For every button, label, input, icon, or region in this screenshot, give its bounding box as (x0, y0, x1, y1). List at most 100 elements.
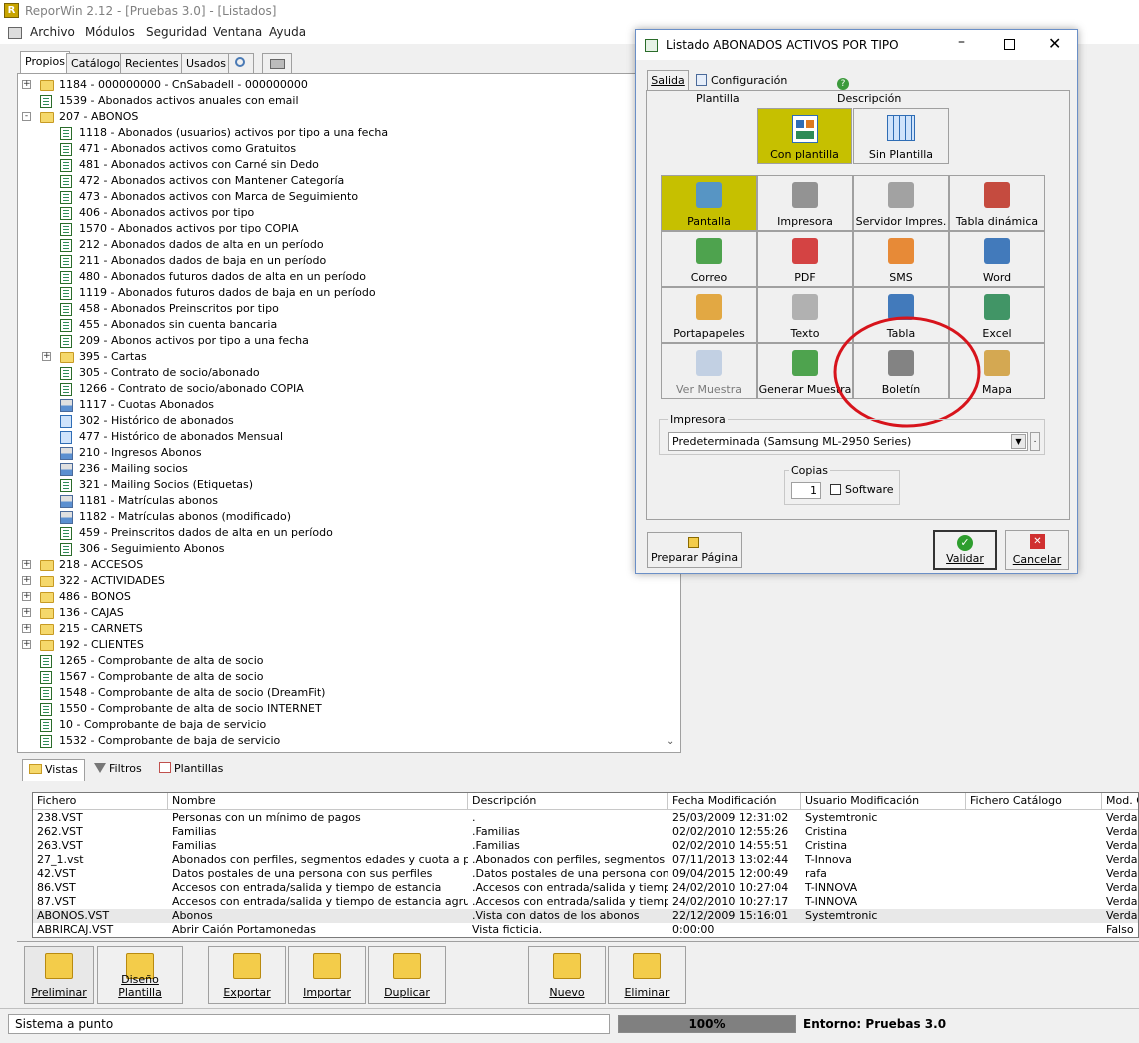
printer-more-button[interactable]: . (1030, 432, 1040, 451)
output-correo[interactable]: Correo (661, 231, 757, 287)
table-row[interactable]: 87.VST Accesos con entrada/salida y tiemp… (33, 895, 1138, 909)
tree-item[interactable]: 306 - Seguimiento Abonos (79, 541, 224, 557)
duplicar-button[interactable]: Duplicar (368, 946, 446, 1004)
close-icon[interactable]: ✕ (1048, 34, 1061, 53)
tab-usados[interactable]: Usados (181, 53, 231, 74)
tree-item[interactable]: 211 - Abonados dados de baja en un perío… (79, 253, 326, 269)
tree-item[interactable]: 1532 - Comprobante de baja de servicio (59, 733, 280, 749)
minimize-icon[interactable]: – (958, 34, 965, 50)
tree-item[interactable]: 305 - Contrato de socio/abonado (79, 365, 260, 381)
table-row[interactable]: 238.VST Personas con un mínimo de pagos. 2… (33, 811, 1138, 825)
collapse-icon[interactable]: - (22, 112, 31, 121)
exportar-button[interactable]: Exportar (208, 946, 286, 1004)
tree-folder[interactable]: 486 - BONOS (59, 589, 131, 605)
tab-vistas[interactable]: Vistas (22, 759, 85, 781)
output-ver-muestra[interactable]: Ver Muestra (661, 343, 757, 399)
tree-item[interactable]: 480 - Abonados futuros dados de alta en … (79, 269, 366, 285)
printer-select[interactable]: Predeterminada (Samsung ML-2950 Series) … (668, 432, 1028, 451)
tab-plantillas[interactable]: Plantillas (155, 759, 227, 781)
tab-print[interactable] (262, 53, 292, 74)
table-row[interactable]: 86.VST Accesos con entrada/salida y tiemp… (33, 881, 1138, 895)
tree-folder[interactable]: 322 - ACTIVIDADES (59, 573, 165, 589)
column-header[interactable]: Fichero (33, 793, 168, 810)
expand-icon[interactable]: + (22, 576, 31, 585)
tree-item[interactable]: 473 - Abonados activos con Marca de Segu… (79, 189, 358, 205)
tab-filtros[interactable]: Filtros (90, 759, 146, 781)
tab-recientes[interactable]: Recientes (120, 53, 184, 74)
views-grid[interactable]: Fichero Nombre Descripción Fecha Modificaci… (32, 792, 1139, 938)
tree-item[interactable]: 1570 - Abonados activos por tipo COPIA (79, 221, 299, 237)
expand-icon[interactable]: + (42, 352, 51, 361)
output-pantalla[interactable]: Pantalla (661, 175, 757, 231)
tab-salida[interactable]: Salida (647, 70, 689, 91)
table-row[interactable]: 262.VST Familias .Familias 02/02/2010 12:55… (33, 825, 1138, 839)
column-header[interactable]: Fecha Modificación (668, 793, 801, 810)
expand-icon[interactable]: + (22, 624, 31, 633)
nuevo-button[interactable]: Nuevo (528, 946, 606, 1004)
tree-item[interactable]: 471 - Abonados activos como Gratuitos (79, 141, 296, 157)
output-word[interactable]: Word (949, 231, 1045, 287)
menu-ventana[interactable]: Ventana (213, 25, 262, 39)
tree-item[interactable]: 458 - Abonados Preinscritos por tipo (79, 301, 279, 317)
menu-ayuda[interactable]: Ayuda (269, 25, 306, 39)
output-sms[interactable]: SMS (853, 231, 949, 287)
tree-item[interactable]: 477 - Histórico de abonados Mensual (79, 429, 283, 445)
table-row[interactable]: 27_1.vst Abonados con perfiles, segmentos… (33, 853, 1138, 867)
tree-folder[interactable]: 395 - Cartas (79, 349, 147, 365)
chevron-down-icon[interactable]: ▼ (1011, 434, 1026, 449)
column-header[interactable]: Descripción (468, 793, 668, 810)
tree-item[interactable]: 209 - Abonos activos por tipo a una fech… (79, 333, 309, 349)
preliminar-button[interactable]: Preliminar (24, 946, 94, 1004)
tab-propios[interactable]: Propios (20, 51, 70, 74)
tree-item[interactable]: 1550 - Comprobante de alta de socio INTE… (59, 701, 322, 717)
tree-item[interactable]: 1265 - Comprobante de alta de socio (59, 653, 263, 669)
expand-icon[interactable]: + (22, 80, 31, 89)
tree-item[interactable]: 481 - Abonados activos con Carné sin Ded… (79, 157, 319, 173)
tree-item[interactable]: 321 - Mailing Socios (Etiquetas) (79, 477, 253, 493)
tree-item[interactable]: 210 - Ingresos Abonos (79, 445, 202, 461)
software-checkbox[interactable] (830, 484, 841, 495)
tree-item[interactable]: 1539 - Abonados activos anuales con emai… (59, 93, 299, 109)
copies-input[interactable]: 1 (791, 482, 821, 499)
column-header[interactable]: Mod. C (1102, 793, 1138, 810)
output-tabla-dinámica[interactable]: Tabla dinámica (949, 175, 1045, 231)
eliminar-button[interactable]: Eliminar (608, 946, 686, 1004)
tree-item[interactable]: 1181 - Matrículas abonos (79, 493, 218, 509)
table-row[interactable]: 263.VST Familias .Familias 02/02/2010 14:55… (33, 839, 1138, 853)
report-tree[interactable]: +1184 - 000000000 - CnSabadell - 0000000… (17, 73, 681, 753)
expand-icon[interactable]: + (22, 560, 31, 569)
table-row[interactable]: ABONOS.VST Abonos .Vista con datos de los … (33, 909, 1138, 923)
menu-seguridad[interactable]: Seguridad (146, 25, 207, 39)
output-portapapeles[interactable]: Portapapeles (661, 287, 757, 343)
tree-item[interactable]: 1119 - Abonados futuros dados de baja en… (79, 285, 376, 301)
con-plantilla-option[interactable]: Con plantilla (757, 108, 852, 164)
expand-icon[interactable]: + (22, 592, 31, 601)
tree-item[interactable]: 1567 - Comprobante de alta de socio (59, 669, 263, 685)
tree-item[interactable]: 236 - Mailing socios (79, 461, 188, 477)
output-servidor-impres[interactable]: Servidor Impres. (853, 175, 949, 231)
tree-folder[interactable]: 1184 - 000000000 - CnSabadell - 00000000… (59, 77, 308, 93)
tree-folder[interactable]: 218 - ACCESOS (59, 557, 143, 573)
tree-item[interactable]: 1266 - Contrato de socio/abonado COPIA (79, 381, 304, 397)
scroll-down-arrow-icon[interactable]: ⌄ (666, 736, 674, 747)
tree-item[interactable]: 455 - Abonados sin cuenta bancaria (79, 317, 277, 333)
tree-item[interactable]: 459 - Preinscritos dados de alta en un p… (79, 525, 333, 541)
column-header[interactable]: Usuario Modificación (801, 793, 966, 810)
tree-item[interactable]: 1182 - Matrículas abonos (modificado) (79, 509, 291, 525)
tree-item[interactable]: 1117 - Cuotas Abonados (79, 397, 214, 413)
sin-plantilla-option[interactable]: Sin Plantilla (853, 108, 949, 164)
tree-item[interactable]: 302 - Histórico de abonados (79, 413, 234, 429)
expand-icon[interactable]: + (22, 640, 31, 649)
tree-folder[interactable]: 136 - CAJAS (59, 605, 124, 621)
tree-folder[interactable]: 207 - ABONOS (59, 109, 138, 125)
expand-icon[interactable]: + (22, 608, 31, 617)
validar-button[interactable]: ✓ Validar (933, 530, 997, 570)
importar-button[interactable]: Importar (288, 946, 366, 1004)
table-row[interactable]: 42.VST Datos postales de una persona con … (33, 867, 1138, 881)
tree-folder[interactable]: 215 - CARNETS (59, 621, 143, 637)
tree-folder[interactable]: 192 - CLIENTES (59, 637, 144, 653)
tree-item[interactable]: 1118 - Abonados (usuarios) activos por t… (79, 125, 388, 141)
tree-item[interactable]: 406 - Abonados activos por tipo (79, 205, 254, 221)
tab-catalogo[interactable]: Catálogo (66, 53, 125, 74)
menu-modulos[interactable]: Módulos (85, 25, 135, 39)
